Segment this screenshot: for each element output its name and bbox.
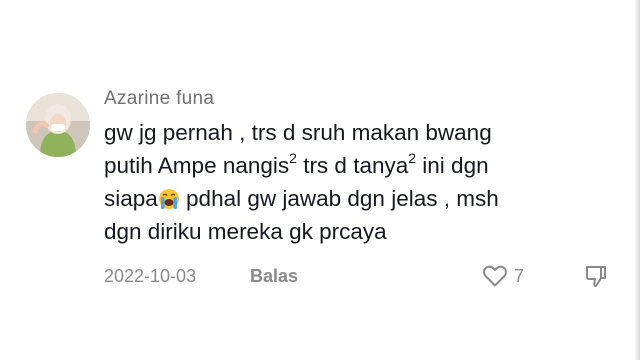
reply-button[interactable]: Balas [250,266,298,287]
comment-text: gw jg pernah , trs d sruh makan bwang pu… [104,116,624,248]
edge-shadow [634,0,640,360]
comment-date: 2022-10-03 [104,266,197,286]
comment-author[interactable]: Azarine funa [104,88,214,110]
thumbs-down-icon [585,266,606,287]
comment-text-segment: ini dgn [416,153,489,178]
avatar-image [26,93,90,157]
superscript: 2 [289,150,297,166]
like-button[interactable]: 7 [482,264,524,288]
comment-text-segment: trs d tanya [296,153,409,178]
comment-line: siapa pdhal gw jawab dgn jelas , msh [104,182,624,215]
comment-text-segment: gw jg pernah , trs d sruh makan bwang [104,120,492,145]
comment-line: dgn diriku mereka gk prcaya [104,215,624,248]
comment-line: putih Ampe nangis2 trs d tanya2 ini dgn [104,149,624,182]
comment-text-segment: pdhal gw jawab dgn jelas , msh [179,186,499,211]
avatar[interactable] [26,93,90,157]
comment-text-segment: dgn diriku mereka gk prcaya [104,219,387,244]
superscript: 2 [408,150,417,166]
like-count: 7 [514,265,525,286]
comment-text-segment: putih Ampe nangis [104,153,290,178]
comment-text-segment: siapa [104,186,158,211]
comment-line: gw jg pernah , trs d sruh makan bwang [104,116,624,149]
loudly-crying-face-icon [158,189,179,209]
heart-outline-icon [483,265,507,287]
comment-item: Azarine funa gw jg pernah , trs d sruh m… [0,0,640,360]
dislike-button[interactable] [584,264,610,295]
